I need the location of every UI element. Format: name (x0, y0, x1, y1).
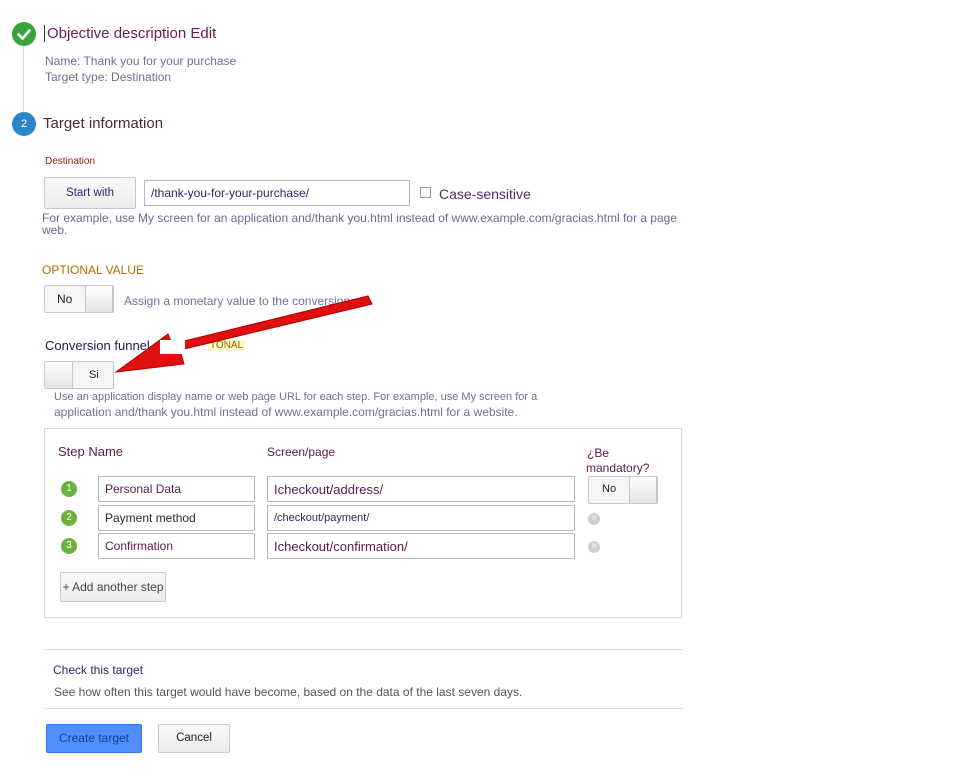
step-3-number-icon: 3 (61, 538, 77, 554)
divider-bottom (44, 708, 683, 709)
step-complete-check-icon (12, 22, 36, 46)
col-step-name: Step Name (58, 444, 124, 459)
step-3-screen-input[interactable]: Icheckout/confirmation/ (267, 533, 575, 559)
step-1-number-icon: 1 (61, 481, 77, 497)
funnel-help-line2: application and/thank you.html instead o… (54, 405, 518, 419)
case-sensitive-label: Case-sensitive (439, 186, 531, 202)
edit-link[interactable]: Edit (190, 25, 216, 42)
add-another-step-button[interactable]: + Add another step (60, 572, 166, 602)
objective-header: Objective description Edit (44, 25, 216, 42)
destination-input[interactable]: /thank-you-for-your-purchase/ (144, 180, 410, 206)
cancel-button[interactable]: Cancel (158, 724, 230, 753)
annotation-mask (160, 340, 185, 354)
mandatory-toggle-label: No (602, 483, 617, 495)
step-1-name-input[interactable]: Personal Data (98, 476, 255, 502)
value-toggle-label: No (57, 292, 73, 306)
destination-example-line1: For example, use My screen for an applic… (42, 211, 677, 225)
check-target-link[interactable]: Check this target (53, 663, 143, 677)
step-connector-line (23, 42, 24, 112)
step-2-number-icon: 2 (12, 112, 36, 136)
destination-example-line2: web. (42, 223, 68, 237)
step-3-remove-icon[interactable]: × (588, 541, 600, 553)
step-3-name-input[interactable]: Confirmation (98, 533, 255, 559)
mandatory-toggle-knob (629, 477, 657, 503)
col-screen-page: Screen/page (267, 445, 336, 459)
value-toggle[interactable]: No (44, 285, 114, 313)
match-type-dropdown[interactable]: Start with (44, 177, 136, 209)
target-info-title: Target information (43, 115, 164, 132)
divider-top (44, 649, 683, 650)
funnel-toggle-label: Si (89, 369, 99, 381)
step-2-name-input[interactable]: Payment method (98, 505, 255, 531)
step-2-remove-icon[interactable]: × (588, 513, 600, 525)
step-2-screen-input[interactable]: /checkout/payment/ (267, 505, 575, 531)
col-mandatory-line1: ¿Be (587, 446, 610, 460)
destination-label: Destination (45, 156, 96, 167)
case-sensitive-checkbox[interactable] (420, 187, 431, 198)
step-2-number-icon: 2 (61, 510, 77, 526)
objective-name: Name: Thank you for your purchase (45, 54, 237, 68)
create-target-button[interactable]: Create target (46, 724, 142, 753)
check-target-description: See how often this target would have bec… (54, 685, 523, 699)
funnel-toggle-knob (45, 362, 73, 388)
col-mandatory-line2: mandatory? (586, 461, 650, 475)
objective-title: Objective description (44, 25, 187, 42)
funnel-toggle[interactable]: Si (44, 361, 114, 389)
step-1-mandatory-toggle[interactable]: No (588, 476, 658, 504)
optional-value-label: OPTIONAL VALUE (42, 263, 145, 277)
value-toggle-knob (85, 286, 113, 312)
objective-type: Target type: Destination (45, 70, 172, 84)
annotation-arrow-icon (114, 295, 373, 373)
funnel-help-line1: Use an application display name or web p… (54, 391, 538, 403)
step-1-screen-input[interactable]: Icheckout/address/ (267, 476, 575, 502)
